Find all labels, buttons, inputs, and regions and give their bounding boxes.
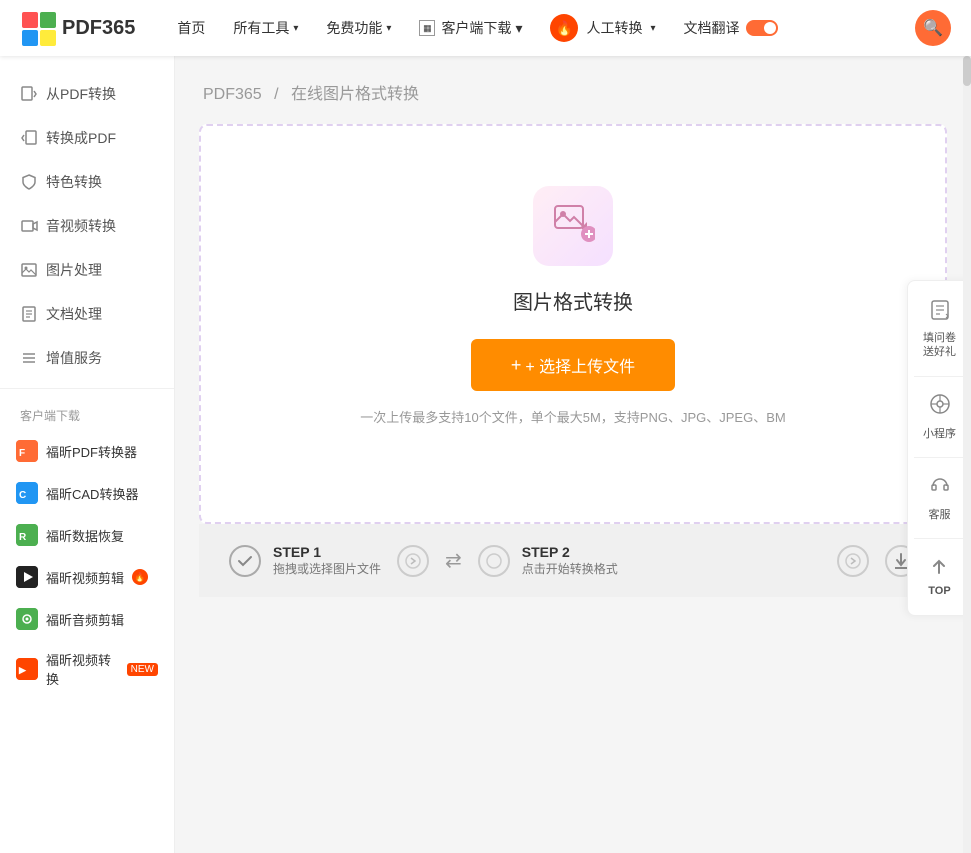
- document-icon: [20, 305, 38, 323]
- chevron-down-icon: ▾: [293, 23, 298, 34]
- questionnaire-icon: [929, 299, 951, 327]
- chevron-down-icon: ▾: [650, 23, 655, 34]
- sidebar-client-video-convert[interactable]: ▶ 福昕视频转换 NEW: [0, 640, 174, 698]
- page-layout: 从PDF转换 转换成PDF 特色转换 音视频转换 图片处理: [0, 56, 971, 853]
- sidebar-client-recovery[interactable]: R 福昕数据恢复: [0, 514, 174, 556]
- chevron-down-icon: ▾: [386, 23, 391, 34]
- sidebar-item-vip[interactable]: 增值服务: [0, 336, 174, 380]
- video-icon: [20, 217, 38, 235]
- customer-service-button[interactable]: 客服: [908, 464, 971, 532]
- main-nav: 首页 所有工具 ▾ 免费功能 ▾ ▦ 客户端下载 ▾ 🔥 人工转换 ▾ 文档翻译: [165, 6, 915, 50]
- search-icon: 🔍: [923, 18, 943, 38]
- nav-manual-convert[interactable]: 🔥 人工转换 ▾: [538, 6, 667, 50]
- upload-button[interactable]: + + 选择上传文件: [471, 339, 675, 391]
- convert-from-pdf-icon: [20, 85, 38, 103]
- panel-divider-3: [914, 538, 964, 539]
- convert-to-pdf-icon: [20, 129, 38, 147]
- nav-tools[interactable]: 所有工具 ▾: [221, 10, 310, 46]
- step-separator: ⇄: [445, 548, 462, 573]
- svg-text:C: C: [19, 490, 26, 501]
- miniprogram-button[interactable]: 小程序: [908, 383, 971, 451]
- top-arrow-icon: [928, 555, 950, 583]
- step2-arrow-icon: [837, 545, 869, 577]
- sidebar-item-from-pdf[interactable]: 从PDF转换: [0, 72, 174, 116]
- client-section-title: 客户端下载: [0, 397, 174, 430]
- monitor-icon: ▦: [419, 20, 435, 36]
- back-to-top-button[interactable]: TOP: [922, 545, 956, 607]
- sidebar-item-special[interactable]: 特色转换: [0, 160, 174, 204]
- headphone-icon: [929, 474, 951, 502]
- foxitcad-logo: C: [16, 482, 38, 504]
- sidebar-item-doc[interactable]: 文档处理: [0, 292, 174, 336]
- step1-check-icon: [229, 545, 261, 577]
- steps-bar: STEP 1 拖拽或选择图片文件 ⇄ STEP 2 点击开始转换格式: [199, 524, 947, 597]
- sidebar-client-cad[interactable]: C 福昕CAD转换器: [0, 472, 174, 514]
- miniprogram-icon: [929, 393, 951, 421]
- search-button[interactable]: 🔍: [915, 10, 951, 46]
- sidebar-item-image[interactable]: 图片处理: [0, 248, 174, 292]
- sidebar-client-video-edit[interactable]: 福昕视频剪辑 🔥: [0, 556, 174, 598]
- image-convert-icon: [551, 200, 595, 253]
- foxitvideo-logo: [16, 566, 38, 588]
- plus-icon: +: [511, 355, 522, 376]
- image-icon: [20, 261, 38, 279]
- toggle-switch[interactable]: [746, 20, 778, 36]
- breadcrumb: PDF365 / 在线图片格式转换: [199, 80, 947, 104]
- sidebar-item-av-convert[interactable]: 音视频转换: [0, 204, 174, 248]
- swap-icon: ⇄: [445, 548, 462, 573]
- step1-info: STEP 1 拖拽或选择图片文件: [273, 544, 381, 577]
- panel-divider: [914, 376, 964, 377]
- sidebar-divider: [0, 388, 174, 389]
- nav-free[interactable]: 免费功能 ▾: [314, 10, 403, 46]
- foxitaudio-logo: [16, 608, 38, 630]
- shield-icon: [20, 173, 38, 191]
- header: PDF365 首页 所有工具 ▾ 免费功能 ▾ ▦ 客户端下载 ▾ 🔥 人工转换…: [0, 0, 971, 56]
- sidebar-client-audio[interactable]: 福昕音频剪辑: [0, 598, 174, 640]
- top-label: TOP: [928, 585, 950, 597]
- scrollbar[interactable]: [963, 56, 971, 853]
- step2-check-icon: [478, 545, 510, 577]
- miniprogram-label: 小程序: [923, 425, 956, 441]
- svg-text:F: F: [19, 448, 25, 459]
- questionnaire-label: 填问卷送好礼: [923, 331, 956, 360]
- step-1: STEP 1 拖拽或选择图片文件: [229, 544, 381, 577]
- step2-info: STEP 2 点击开始转换格式: [522, 544, 618, 577]
- step1-arrow-icon: [397, 545, 429, 577]
- nav-client-download[interactable]: ▦ 客户端下载 ▾: [407, 10, 534, 46]
- foxitrecovery-logo: R: [16, 524, 38, 546]
- scrollbar-thumb[interactable]: [963, 56, 971, 86]
- panel-divider-2: [914, 457, 964, 458]
- menu-icon: [20, 349, 38, 367]
- step-2: STEP 2 点击开始转换格式: [478, 544, 618, 577]
- right-floating-panel: 填问卷送好礼 小程序 客服 TOP: [907, 280, 971, 616]
- upload-area: 图片格式转换 + + 选择上传文件 一次上传最多支持10个文件，单个最大5M，支…: [199, 124, 947, 524]
- svg-text:R: R: [19, 532, 27, 543]
- sidebar-client-pdf[interactable]: F 福昕PDF转换器: [0, 430, 174, 472]
- svg-text:▶: ▶: [18, 665, 27, 675]
- hot-badge: 🔥: [132, 569, 148, 585]
- customer-service-label: 客服: [929, 506, 951, 522]
- chevron-down-icon: ▾: [515, 20, 522, 37]
- logo[interactable]: PDF365: [20, 10, 135, 46]
- sidebar-item-to-pdf[interactable]: 转换成PDF: [0, 116, 174, 160]
- foxitvideo-convert-logo: ▶: [16, 658, 38, 680]
- new-badge: NEW: [127, 663, 158, 676]
- upload-hint: 一次上传最多支持10个文件，单个最大5M，支持PNG、JPG、JPEG、BM: [360, 407, 785, 426]
- upload-title: 图片格式转换: [513, 286, 633, 315]
- main-content: PDF365 / 在线图片格式转换 图片格式转换: [175, 56, 971, 853]
- logo-text: PDF365: [62, 17, 135, 40]
- sidebar: 从PDF转换 转换成PDF 特色转换 音视频转换 图片处理: [0, 56, 175, 853]
- questionnaire-button[interactable]: 填问卷送好礼: [908, 289, 971, 370]
- fire-icon: 🔥: [550, 14, 578, 42]
- nav-doc-translate[interactable]: 文档翻译: [672, 10, 790, 46]
- nav-home[interactable]: 首页: [165, 10, 217, 46]
- upload-icon-wrapper: [533, 186, 613, 266]
- foxitpdf-logo: F: [16, 440, 38, 462]
